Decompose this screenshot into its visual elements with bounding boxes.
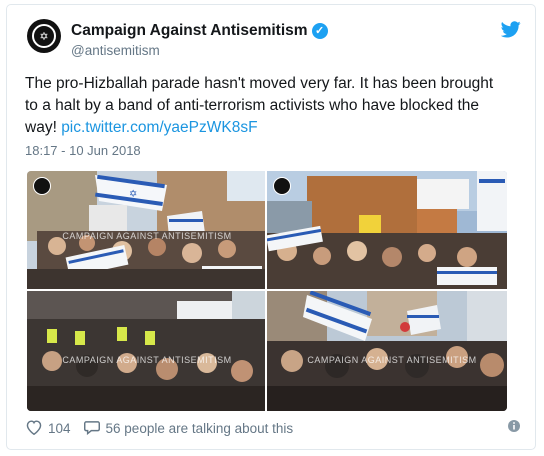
reply-icon <box>83 419 106 438</box>
star-of-david-icon: ✡ <box>32 24 56 48</box>
watermark-logo-icon <box>33 177 51 195</box>
tweet-actions: 104 56 people are talking about this <box>25 419 305 438</box>
tweet-photo-1[interactable]: ✡ <box>27 171 265 289</box>
avatar[interactable]: ✡ <box>27 19 61 53</box>
svg-text:✡: ✡ <box>129 189 137 200</box>
watermark-logo-icon <box>273 177 291 195</box>
photo-watermark: CAMPAIGN AGAINST ANTISEMITISM <box>307 355 477 365</box>
tweet-text: The pro-Hizballah parade hasn't moved ve… <box>25 75 494 136</box>
tweet-photo-3[interactable] <box>27 291 265 411</box>
like-button[interactable]: 104 <box>25 419 71 438</box>
author-handle[interactable]: @antisemitism <box>71 43 160 58</box>
twitter-bird-icon[interactable] <box>500 21 521 43</box>
tweet-link[interactable]: pic.twitter.com/yaePzWK8sF <box>61 119 257 136</box>
photo-watermark: CAMPAIGN AGAINST ANTISEMITISM <box>62 231 232 241</box>
author-name[interactable]: Campaign Against Antisemitism ✓ <box>71 22 328 40</box>
tweet-card: ✡ Campaign Against Antisemitism ✓ @antise… <box>6 4 536 450</box>
verified-badge-icon: ✓ <box>311 23 328 39</box>
tweet-timestamp[interactable]: 18:17 - 10 Jun 2018 <box>25 143 141 158</box>
photo-grid: ✡ CAMPAIGN AGAINST ANTISEMITISM CAMPAIGN… <box>27 171 507 411</box>
heart-icon <box>25 419 48 438</box>
conversation-text: 56 people are talking about this <box>105 421 294 436</box>
info-icon[interactable] <box>507 419 521 438</box>
like-count: 104 <box>48 421 71 436</box>
tweet-photo-2[interactable] <box>267 171 507 289</box>
photo-watermark: CAMPAIGN AGAINST ANTISEMITISM <box>62 355 232 365</box>
conversation-link[interactable]: 56 people are talking about this <box>83 419 294 438</box>
tweet-photo-4[interactable] <box>267 291 507 411</box>
